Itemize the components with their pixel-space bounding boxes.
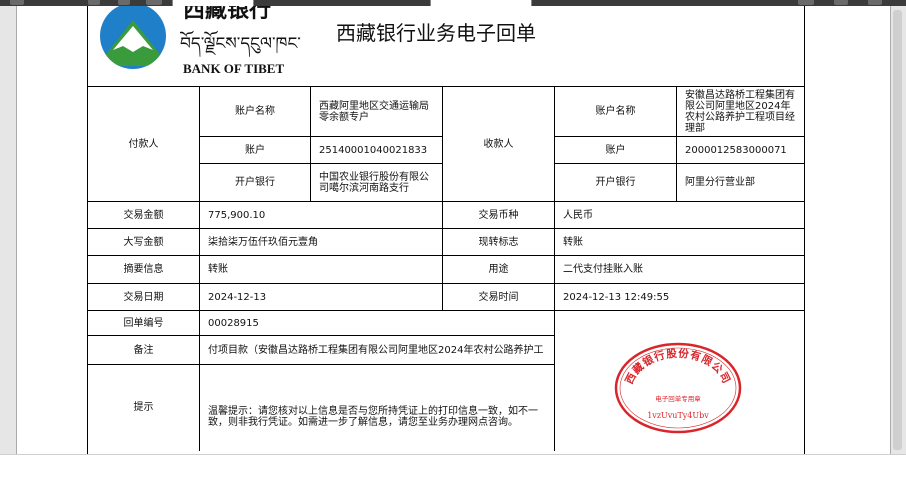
payee-section-label: 收款人 [442, 86, 555, 202]
payee-account-label: 账户 [554, 136, 677, 164]
payer-account-name-label: 账户名称 [199, 86, 311, 137]
bookmark-icon[interactable] [868, 0, 882, 5]
payer-account-name: 西藏阿里地区交通运输局零余额专户 [310, 86, 443, 137]
payee-account: 2000012583000071 [676, 136, 805, 164]
payee-account-name-label: 账户名称 [554, 86, 677, 137]
forward-icon[interactable] [118, 0, 130, 5]
bank-seal-stamp: 西藏银行股份有限公司 电子回单专用章 1vzUvuTy4Ubv [614, 342, 742, 434]
currency-label: 交易币种 [442, 201, 555, 229]
date-label: 交易日期 [87, 283, 200, 311]
vertical-scrollbar[interactable] [893, 10, 902, 450]
viewer-background-left [0, 6, 16, 454]
amount-value: 775,900.10 [199, 201, 443, 229]
summary-value: 转账 [199, 255, 443, 284]
document-title: 西藏银行业务电子回单 [336, 21, 536, 45]
back-icon[interactable] [88, 0, 100, 5]
receipt-no-label: 回单编号 [87, 310, 200, 336]
bank-name-chinese: 西藏银行 [183, 6, 272, 23]
currency-value: 人民币 [554, 201, 805, 229]
summary-label: 摘要信息 [87, 255, 200, 284]
time-value: 2024-12-13 12:49:55 [554, 283, 805, 311]
bank-name-english: BANK OF TIBET [183, 61, 285, 76]
amount-words-label: 大写金额 [87, 228, 200, 256]
print-icon[interactable] [798, 0, 814, 5]
amount-words-value: 柒拾柒万伍仟玖佰元壹角 [199, 228, 443, 256]
payee-account-name: 安徽昌达路桥工程集团有限公司阿里地区2024年农村公路养护工程项目经理部 [676, 86, 805, 137]
chevron-down-icon[interactable] [146, 0, 162, 5]
purpose-value: 二代支付挂账入账 [554, 255, 805, 284]
payer-bank-label: 开户银行 [199, 163, 311, 202]
purpose-label: 用途 [442, 255, 555, 284]
amount-label: 交易金额 [87, 201, 200, 229]
date-value: 2024-12-13 [199, 283, 443, 311]
seal-center-text: 电子回单专用章 [655, 394, 701, 403]
payer-section-label: 付款人 [87, 86, 200, 202]
document-page: 西藏银行 བོད་ལྗོངས་དངུལ་ཁང་ BANK OF TIBET 西藏… [16, 6, 891, 454]
payee-bank: 阿里分行营业部 [676, 163, 805, 202]
transfer-flag-value: 转账 [554, 228, 805, 256]
payee-bank-label: 开户银行 [554, 163, 677, 202]
remark-label: 备注 [87, 335, 200, 365]
remark-value: 付项目款（安徽昌达路桥工程集团有限公司阿里地区2024年农村公路养护工 [199, 335, 555, 365]
receipt-no-value: 00028915 [199, 310, 555, 336]
tip-label: 提示 [87, 364, 200, 451]
payer-bank: 中国农业银行股份有限公司噶尔滨河南路支行 [310, 163, 443, 202]
seal-code: 1vzUvuTy4Ubv [647, 411, 709, 420]
payer-account-label: 账户 [199, 136, 311, 164]
download-icon[interactable] [834, 0, 848, 5]
payer-account: 25140001040021833 [310, 136, 443, 164]
sidebar-toggle-icon[interactable] [10, 0, 24, 5]
transfer-flag-label: 现转标志 [442, 228, 555, 256]
tip-value: 温馨提示：请您核对以上信息是否与您所持凭证上的打印信息一致，如不一致，则非我行凭… [199, 364, 555, 451]
time-label: 交易时间 [442, 283, 555, 311]
bank-logo-icon [100, 6, 166, 69]
viewer-bottom-area [0, 454, 906, 479]
